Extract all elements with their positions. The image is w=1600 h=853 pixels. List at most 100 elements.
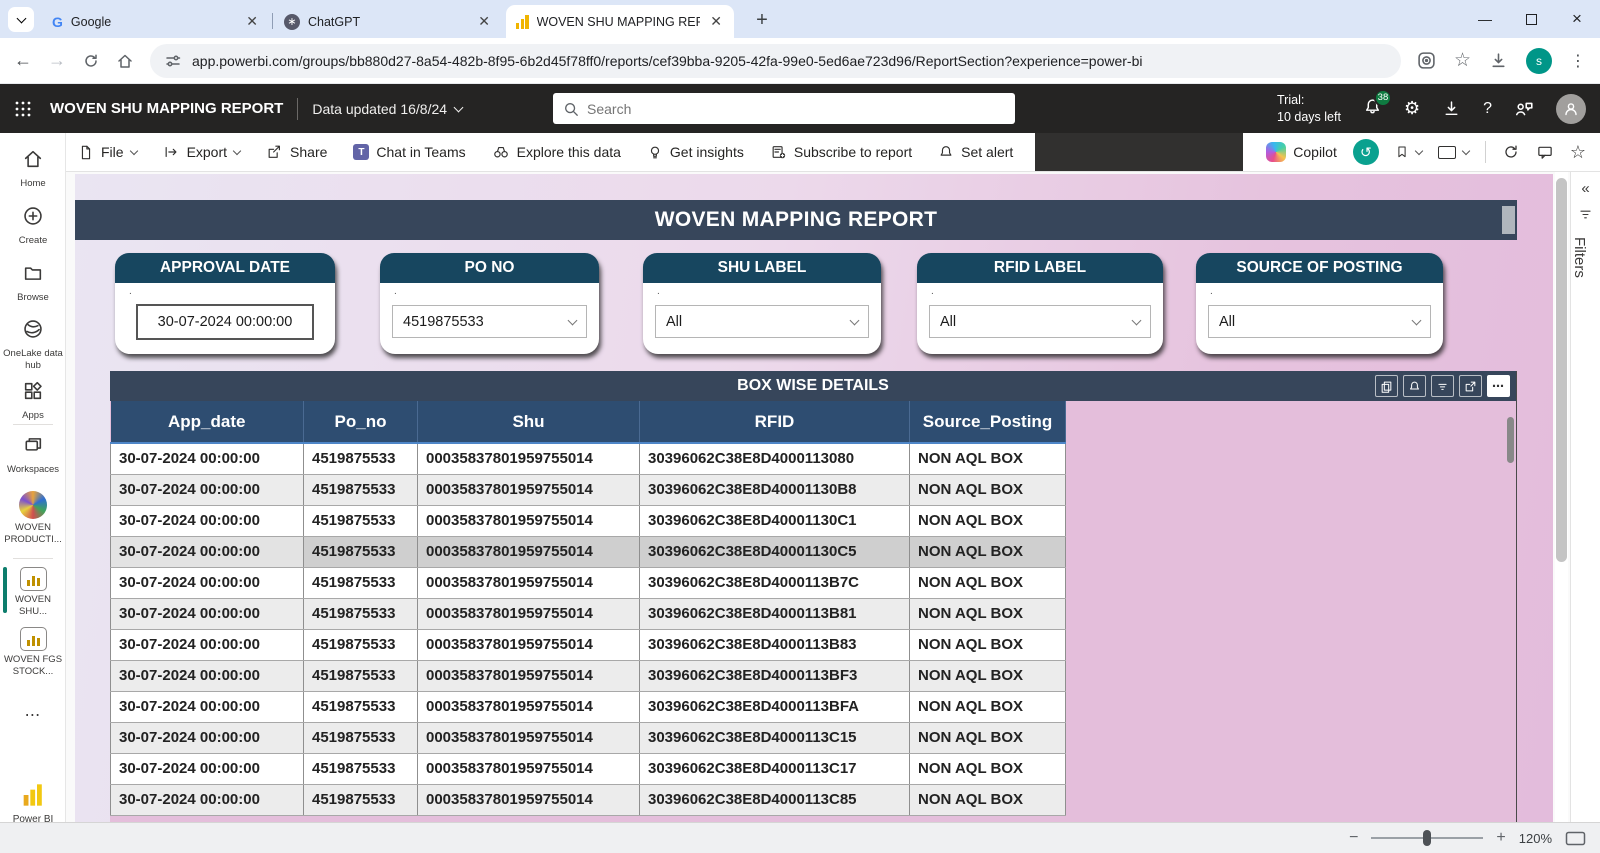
- back-icon[interactable]: ←: [14, 50, 32, 71]
- comment-icon[interactable]: [1536, 144, 1554, 161]
- home-icon[interactable]: [116, 52, 134, 70]
- approval-date-input[interactable]: 30-07-2024 00:00:00: [136, 304, 314, 340]
- table-row[interactable]: 30-07-2024 00:00:00451987553300035837801…: [111, 536, 1508, 567]
- source-posting-dropdown[interactable]: All: [1208, 305, 1431, 338]
- copy-icon: [1380, 380, 1393, 393]
- scrollbar-thumb[interactable]: [1502, 206, 1515, 234]
- filter-funnel-icon[interactable]: [1578, 207, 1593, 222]
- view-menu[interactable]: [1438, 146, 1469, 159]
- expand-pane-icon[interactable]: «: [1571, 180, 1600, 197]
- rfid-label-dropdown[interactable]: All: [929, 305, 1151, 338]
- close-window-button[interactable]: ×: [1554, 0, 1600, 38]
- filters-pane-label[interactable]: Filters: [1571, 237, 1588, 278]
- sidebar-item-woven-production[interactable]: WOVEN PRODUCTI...: [0, 491, 66, 546]
- column-header[interactable]: Source_Posting: [910, 401, 1066, 443]
- column-header[interactable]: App_date: [111, 401, 304, 443]
- visual-more-options-button[interactable]: ⋯: [1487, 375, 1510, 397]
- close-icon[interactable]: ✕: [476, 13, 492, 30]
- tab-chatgpt[interactable]: ∗ ChatGPT ✕: [274, 5, 502, 38]
- column-header[interactable]: Po_no: [304, 401, 418, 443]
- sidebar-item-create[interactable]: Create: [0, 205, 66, 247]
- table-row[interactable]: 30-07-2024 00:00:00451987553300035837801…: [111, 505, 1508, 536]
- fit-to-page-icon[interactable]: [1565, 831, 1586, 846]
- download-app-icon[interactable]: [1442, 99, 1461, 118]
- table-row[interactable]: 30-07-2024 00:00:00451987553300035837801…: [111, 443, 1508, 474]
- sidebar-item-onelake[interactable]: OneLake data hub: [0, 318, 66, 372]
- feedback-icon[interactable]: [1514, 99, 1534, 119]
- tab-powerbi-report[interactable]: WOVEN SHU MAPPING REPORT ✕: [506, 5, 734, 38]
- bookmark-star-icon[interactable]: ☆: [1454, 49, 1471, 72]
- table-row[interactable]: 30-07-2024 00:00:00451987553300035837801…: [111, 598, 1508, 629]
- account-avatar[interactable]: [1556, 94, 1586, 124]
- sidebar-item-home[interactable]: Home: [0, 148, 66, 190]
- shu-label-dropdown[interactable]: All: [655, 305, 869, 338]
- table-row[interactable]: 30-07-2024 00:00:00451987553300035837801…: [111, 474, 1508, 505]
- explore-data-button[interactable]: Explore this data: [492, 144, 621, 160]
- minimize-button[interactable]: —: [1462, 0, 1508, 38]
- table-row[interactable]: 30-07-2024 00:00:00451987553300035837801…: [111, 784, 1508, 815]
- search-input[interactable]: [587, 101, 1005, 117]
- table-cell: 4519875533: [304, 536, 418, 567]
- sidebar-item-workspaces[interactable]: Workspaces: [0, 434, 66, 476]
- close-icon[interactable]: ✕: [708, 13, 724, 30]
- zoom-out-button[interactable]: −: [1349, 829, 1358, 847]
- table-row[interactable]: 30-07-2024 00:00:00451987553300035837801…: [111, 660, 1508, 691]
- zoom-in-button[interactable]: +: [1496, 829, 1505, 847]
- subscribe-button[interactable]: Subscribe to report: [770, 144, 912, 160]
- kebab-menu-icon[interactable]: ⋮: [1570, 51, 1586, 71]
- help-icon[interactable]: ?: [1483, 100, 1492, 118]
- chat-in-teams-button[interactable]: T Chat in Teams: [353, 144, 465, 160]
- set-alert-button[interactable]: Set alert: [938, 144, 1013, 160]
- sidebar-item-woven-shu[interactable]: WOVEN SHU...: [0, 567, 66, 618]
- lens-search-icon[interactable]: [1417, 51, 1436, 70]
- column-header[interactable]: Shu: [418, 401, 640, 443]
- sidebar-item-apps[interactable]: Apps: [0, 380, 66, 422]
- scrollbar-thumb[interactable]: [1507, 417, 1514, 463]
- sidebar-item-browse[interactable]: Browse: [0, 262, 66, 304]
- file-menu[interactable]: File: [78, 144, 137, 161]
- data-updated-dropdown[interactable]: Data updated 16/8/24: [312, 101, 462, 117]
- favorite-star-icon[interactable]: ☆: [1570, 142, 1586, 163]
- column-header[interactable]: RFID: [640, 401, 910, 443]
- share-button[interactable]: Share: [266, 144, 327, 160]
- refresh-status-icon[interactable]: ↺: [1353, 139, 1379, 165]
- zoom-slider[interactable]: [1371, 837, 1483, 839]
- zoom-slider-thumb[interactable]: [1423, 830, 1431, 846]
- forward-icon[interactable]: →: [48, 50, 66, 71]
- bookmarks-button[interactable]: [1395, 144, 1422, 160]
- table-cell: NON AQL BOX: [910, 443, 1066, 474]
- table-row[interactable]: 30-07-2024 00:00:00451987553300035837801…: [111, 629, 1508, 660]
- browser-profile-avatar[interactable]: s: [1526, 48, 1552, 74]
- report-title: WOVEN MAPPING REPORT: [655, 208, 938, 232]
- scrollbar-thumb[interactable]: [1556, 178, 1567, 562]
- export-menu[interactable]: Export: [163, 144, 240, 160]
- copilot-button[interactable]: Copilot: [1266, 142, 1337, 162]
- tab-search-button[interactable]: [8, 7, 34, 32]
- tab-google[interactable]: G Google ✕: [42, 5, 270, 38]
- address-bar[interactable]: app.powerbi.com/groups/bb880d27-8a54-482…: [150, 44, 1401, 78]
- waffle-menu-icon[interactable]: [14, 100, 32, 118]
- get-insights-button[interactable]: Get insights: [647, 144, 744, 161]
- table-row[interactable]: 30-07-2024 00:00:00451987553300035837801…: [111, 691, 1508, 722]
- po-no-dropdown[interactable]: 4519875533: [392, 305, 587, 338]
- settings-gear-icon[interactable]: ⚙: [1404, 98, 1420, 119]
- focus-mode-button[interactable]: [1459, 375, 1482, 397]
- site-settings-icon[interactable]: [164, 52, 182, 70]
- maximize-button[interactable]: [1508, 0, 1554, 38]
- visual-filter-button[interactable]: [1431, 375, 1454, 397]
- refresh-icon[interactable]: [1502, 143, 1520, 161]
- notifications-button[interactable]: 38: [1363, 97, 1382, 121]
- page-scrollbar[interactable]: [1555, 172, 1568, 822]
- sidebar-more-button[interactable]: ⋯: [0, 705, 66, 725]
- table-row[interactable]: 30-07-2024 00:00:00451987553300035837801…: [111, 722, 1508, 753]
- sidebar-item-woven-fgs[interactable]: WOVEN FGS STOCK...: [0, 627, 66, 678]
- downloads-icon[interactable]: [1489, 51, 1508, 70]
- copy-visual-button[interactable]: [1375, 375, 1398, 397]
- table-row[interactable]: 30-07-2024 00:00:00451987553300035837801…: [111, 567, 1508, 598]
- table-cell: 00035837801959755014: [418, 722, 640, 753]
- table-row[interactable]: 30-07-2024 00:00:00451987553300035837801…: [111, 753, 1508, 784]
- visual-alert-button[interactable]: [1403, 375, 1426, 397]
- reload-icon[interactable]: [82, 52, 100, 70]
- close-icon[interactable]: ✕: [244, 13, 260, 30]
- new-tab-button[interactable]: +: [748, 6, 776, 34]
